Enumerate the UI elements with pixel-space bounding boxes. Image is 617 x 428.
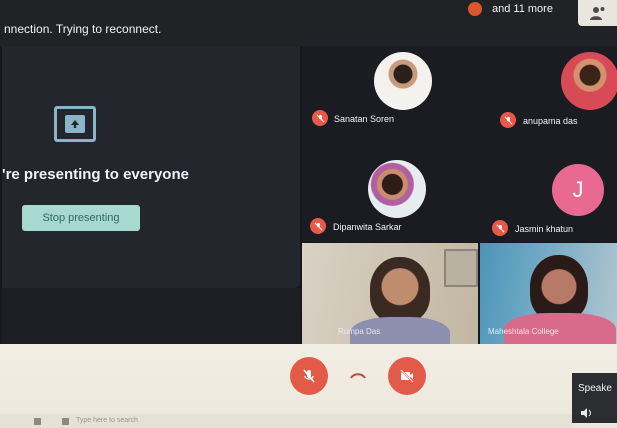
presentation-panel: 're presenting to everyone Stop presenti… (2, 46, 300, 288)
microphone-button[interactable] (290, 357, 328, 395)
avatar (368, 160, 426, 218)
stop-presenting-button[interactable]: Stop presenting (22, 205, 140, 231)
camera-button[interactable] (388, 357, 426, 395)
participant-name: Dipanwita Sarkar (333, 222, 402, 232)
hang-up-icon (350, 373, 366, 379)
people-icon (589, 7, 604, 20)
mic-off-icon (500, 112, 516, 128)
leave-call-button[interactable] (347, 371, 369, 381)
top-bar: nnection. Trying to reconnect. and 11 mo… (0, 0, 617, 46)
speaker-view-panel[interactable]: Speake (572, 373, 617, 423)
mic-off-icon (312, 110, 328, 126)
mic-off-icon (492, 220, 508, 236)
participant-name: Jasmin khatun (515, 224, 574, 234)
search-icon[interactable] (62, 418, 69, 425)
person-head (530, 255, 588, 321)
participant-avatar-dot (468, 2, 482, 16)
avatar (561, 52, 617, 110)
camera-off-icon (400, 369, 414, 383)
windows-icon[interactable] (34, 418, 41, 425)
speaker-icon (581, 408, 591, 418)
speaker-label: Speake (578, 383, 612, 394)
meet-window: nnection. Trying to reconnect. and 11 mo… (0, 0, 617, 428)
connection-status-message: nnection. Trying to reconnect. (4, 22, 162, 36)
participant-name: anupama das (523, 116, 578, 126)
wall-frame (444, 249, 478, 287)
avatar-initial: J (572, 177, 584, 202)
mic-off-icon (303, 369, 315, 383)
taskbar-search[interactable]: Type here to search (76, 417, 138, 424)
person-head (370, 257, 430, 323)
presentation-panel-lower (2, 288, 300, 344)
taskbar: Type here to search (0, 414, 572, 428)
more-participants-chip[interactable]: and 11 more (468, 2, 553, 16)
people-button[interactable] (578, 0, 617, 26)
video-participant-name: Rumpa Das (338, 327, 381, 336)
participant-grid: Sanatan Soren anupama das Dipanwita Sark… (302, 46, 617, 242)
more-participants-label: and 11 more (492, 3, 553, 15)
avatar (374, 52, 432, 110)
mic-off-icon (310, 218, 326, 234)
present-screen-icon (54, 106, 96, 142)
participant-name: Sanatan Soren (334, 114, 395, 124)
presenting-message: 're presenting to everyone (2, 166, 189, 183)
video-participant-name: Maheshtala College (488, 327, 559, 336)
video-tile[interactable]: Rumpa Das (302, 243, 478, 344)
avatar: J (552, 164, 604, 216)
video-tile[interactable]: Maheshtala College (480, 243, 617, 344)
